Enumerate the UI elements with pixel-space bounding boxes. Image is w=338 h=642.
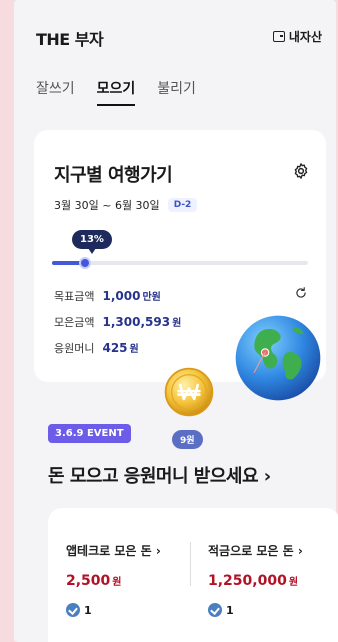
wallet-icon xyxy=(272,31,285,42)
installment-amount-value: 1,250,000 xyxy=(208,573,287,589)
header: THE 부자 내자산 xyxy=(36,26,322,49)
progress-knob xyxy=(79,257,92,269)
apptech-amount-value: 2,500 xyxy=(66,573,111,589)
tab-bar: 잘쓰기 모으기 불리기 xyxy=(36,78,196,106)
cheer-money-label: 응원머니 xyxy=(54,342,95,355)
app-screen: THE 부자 내자산 잘쓰기 모으기 불리기 지구별 여행가기 3월 30일 ~… xyxy=(14,0,338,642)
goal-period: 3월 30일 ~ 6월 30일 D-2 xyxy=(54,197,198,213)
target-amount-unit: 만원 xyxy=(142,292,161,303)
promo-headline-link[interactable]: 돈 모으고 응원머니 받으세요 › xyxy=(48,462,271,488)
event-badge: 3.6.9 EVENT xyxy=(48,424,131,443)
won-coin-icon xyxy=(164,367,214,417)
apptech-amount-unit: 원 xyxy=(112,577,122,588)
gear-icon[interactable] xyxy=(292,162,310,180)
dday-badge: D-2 xyxy=(167,198,198,212)
saved-amount-row: 모은금액 1,300,593 원 xyxy=(54,314,181,330)
saved-amount-value: 1,300,593 xyxy=(102,315,171,329)
installment-count: 1 xyxy=(208,603,303,617)
my-assets-label: 내자산 xyxy=(288,30,322,44)
progress-bubble: 13% xyxy=(72,230,112,254)
target-amount-label: 목표금액 xyxy=(54,290,95,303)
tab-spend[interactable]: 잘쓰기 xyxy=(36,78,75,106)
app-title: THE 부자 xyxy=(36,30,104,49)
check-icon xyxy=(208,603,222,617)
apptech-count: 1 xyxy=(66,603,161,617)
installment-count-value: 1 xyxy=(226,603,234,617)
installment-amount-unit: 원 xyxy=(288,577,299,588)
installment-column[interactable]: 적금으로 모은 돈 › 1,250,000 원 1 xyxy=(208,542,303,617)
column-divider xyxy=(190,542,191,586)
target-amount-value: 1,000 xyxy=(102,289,141,303)
tab-grow[interactable]: 불리기 xyxy=(157,78,196,106)
won-pill: 9원 xyxy=(172,430,203,449)
tab-save[interactable]: 모으기 xyxy=(96,78,136,106)
apptech-count-value: 1 xyxy=(84,603,92,617)
cheer-money-row: 응원머니 425 원 xyxy=(54,340,139,356)
cheer-money-value: 425 xyxy=(102,341,128,355)
goal-title: 지구별 여행가기 xyxy=(54,165,173,186)
apptech-amount: 2,500 원 xyxy=(66,573,161,589)
savings-summary-card: 앱테크로 모은 돈 › 2,500 원 1 적금으로 모은 돈 › 1,250,0… xyxy=(48,508,338,642)
globe-icon xyxy=(235,315,321,401)
target-amount-row: 목표금액 1,000 만원 xyxy=(54,288,161,304)
saved-amount-unit: 원 xyxy=(172,318,182,329)
refresh-icon[interactable] xyxy=(294,286,308,300)
apptech-title: 앱테크로 모은 돈 › xyxy=(66,544,161,558)
apptech-column[interactable]: 앱테크로 모은 돈 › 2,500 원 1 xyxy=(66,542,161,617)
saved-amount-label: 모은금액 xyxy=(54,316,95,329)
installment-amount: 1,250,000 원 xyxy=(208,573,303,589)
goal-period-text: 3월 30일 ~ 6월 30일 xyxy=(54,199,160,212)
my-assets-button[interactable]: 내자산 xyxy=(272,28,322,45)
progress-track xyxy=(52,257,308,269)
check-icon xyxy=(66,603,80,617)
cheer-money-unit: 원 xyxy=(129,344,139,355)
installment-title: 적금으로 모은 돈 › xyxy=(208,544,303,558)
